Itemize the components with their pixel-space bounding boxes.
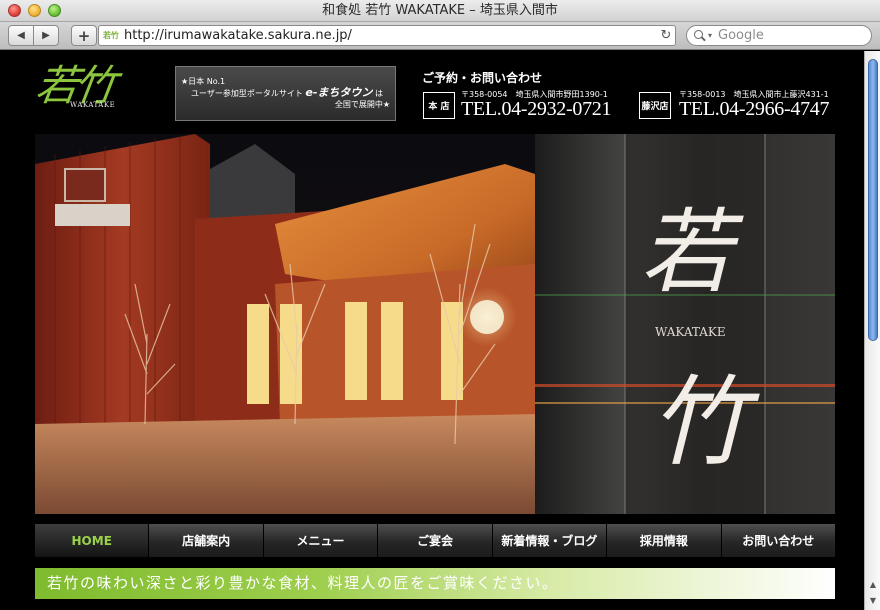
emachi-line3: 全国で展開中★: [334, 100, 390, 109]
nav-menu[interactable]: メニュー: [263, 524, 379, 557]
sign-wakatake: WAKATAKE: [655, 325, 726, 339]
search-field[interactable]: ▾ Google: [686, 25, 872, 46]
nav-contact[interactable]: お問い合わせ: [721, 524, 835, 557]
nav-banquet[interactable]: ご宴会: [378, 524, 493, 557]
scroll-up-icon[interactable]: ▲: [865, 578, 880, 592]
tagline-banner: 若竹の味わい深さと彩り豊かな食材、料理人の匠をご賞味ください。: [35, 568, 835, 599]
emachi-brand: e-まちタウン: [305, 86, 373, 99]
contact-title: ご予約・お問い合わせ: [422, 71, 543, 85]
store-tel-main[interactable]: TEL.04-2932-0721: [461, 98, 611, 121]
hero-image: 若 WAKATAKE 竹: [35, 134, 835, 514]
add-bookmark-button[interactable]: +: [71, 25, 97, 46]
site-logo[interactable]: 若竹 WAKATAKE: [33, 61, 136, 131]
sign-kanji-bottom: 竹: [650, 366, 760, 480]
forward-arrow-icon: ▶: [42, 30, 50, 41]
nav-recruit[interactable]: 採用情報: [607, 524, 722, 557]
logo-subtitle: WAKATAKE: [70, 101, 116, 109]
address-bar[interactable]: 若竹 http://irumawakatake.sakura.ne.jp/ ↻: [98, 25, 676, 46]
window-title: 和食処 若竹 WAKATAKE – 埼玉県入間市: [322, 3, 558, 18]
scrollbar-thumb[interactable]: [868, 59, 878, 341]
store-tel-fujisawa[interactable]: TEL.04-2966-4747: [679, 98, 829, 121]
store-label-main: 本 店: [423, 92, 455, 119]
search-icon: [694, 29, 706, 42]
back-arrow-icon: ◀: [17, 30, 25, 41]
chevron-down-icon[interactable]: ▾: [708, 31, 712, 40]
emachi-line2-prefix: ユーザー参加型ポータルサイト: [191, 89, 306, 98]
nav-news-blog[interactable]: 新着情報・ブログ: [492, 524, 608, 557]
store-label-fujisawa: 藤沢店: [639, 92, 671, 119]
emachi-town-banner[interactable]: ★日本 No.1 ユーザー参加型ポータルサイト e-まちタウン は 全国で展開中…: [175, 66, 396, 121]
reload-icon[interactable]: ↻: [657, 28, 675, 43]
site-favicon-icon: 若竹: [103, 30, 119, 40]
emachi-line2-suffix: は: [372, 89, 383, 98]
global-nav: HOME 店舗案内 メニュー ご宴会 新着情報・ブログ 採用情報 お問い合わせ: [35, 524, 835, 557]
scroll-down-icon[interactable]: ▼: [865, 594, 880, 608]
nav-store-info[interactable]: 店舗案内: [149, 524, 264, 557]
back-button[interactable]: ◀: [8, 25, 34, 46]
browser-toolbar: ◀ ▶ + 若竹 http://irumawakatake.sakura.ne.…: [0, 22, 880, 50]
sign-kanji-top: 若: [640, 199, 744, 306]
emachi-line2: ユーザー参加型ポータルサイト e-まちタウン は: [181, 87, 395, 99]
restaurant-exterior-illustration: 若 WAKATAKE 竹: [35, 134, 835, 514]
search-placeholder: Google: [718, 28, 764, 43]
window-titlebar: 和食処 若竹 WAKATAKE – 埼玉県入間市: [0, 0, 880, 22]
plus-icon: +: [77, 26, 91, 45]
page-scrollbar[interactable]: ▲ ▼: [864, 51, 880, 610]
forward-button[interactable]: ▶: [33, 25, 59, 46]
page-viewport: 若竹 WAKATAKE ★日本 No.1 ユーザー参加型ポータルサイト e-まち…: [0, 51, 864, 610]
url-text[interactable]: http://irumawakatake.sakura.ne.jp/: [124, 28, 657, 43]
nav-home[interactable]: HOME: [35, 524, 150, 557]
